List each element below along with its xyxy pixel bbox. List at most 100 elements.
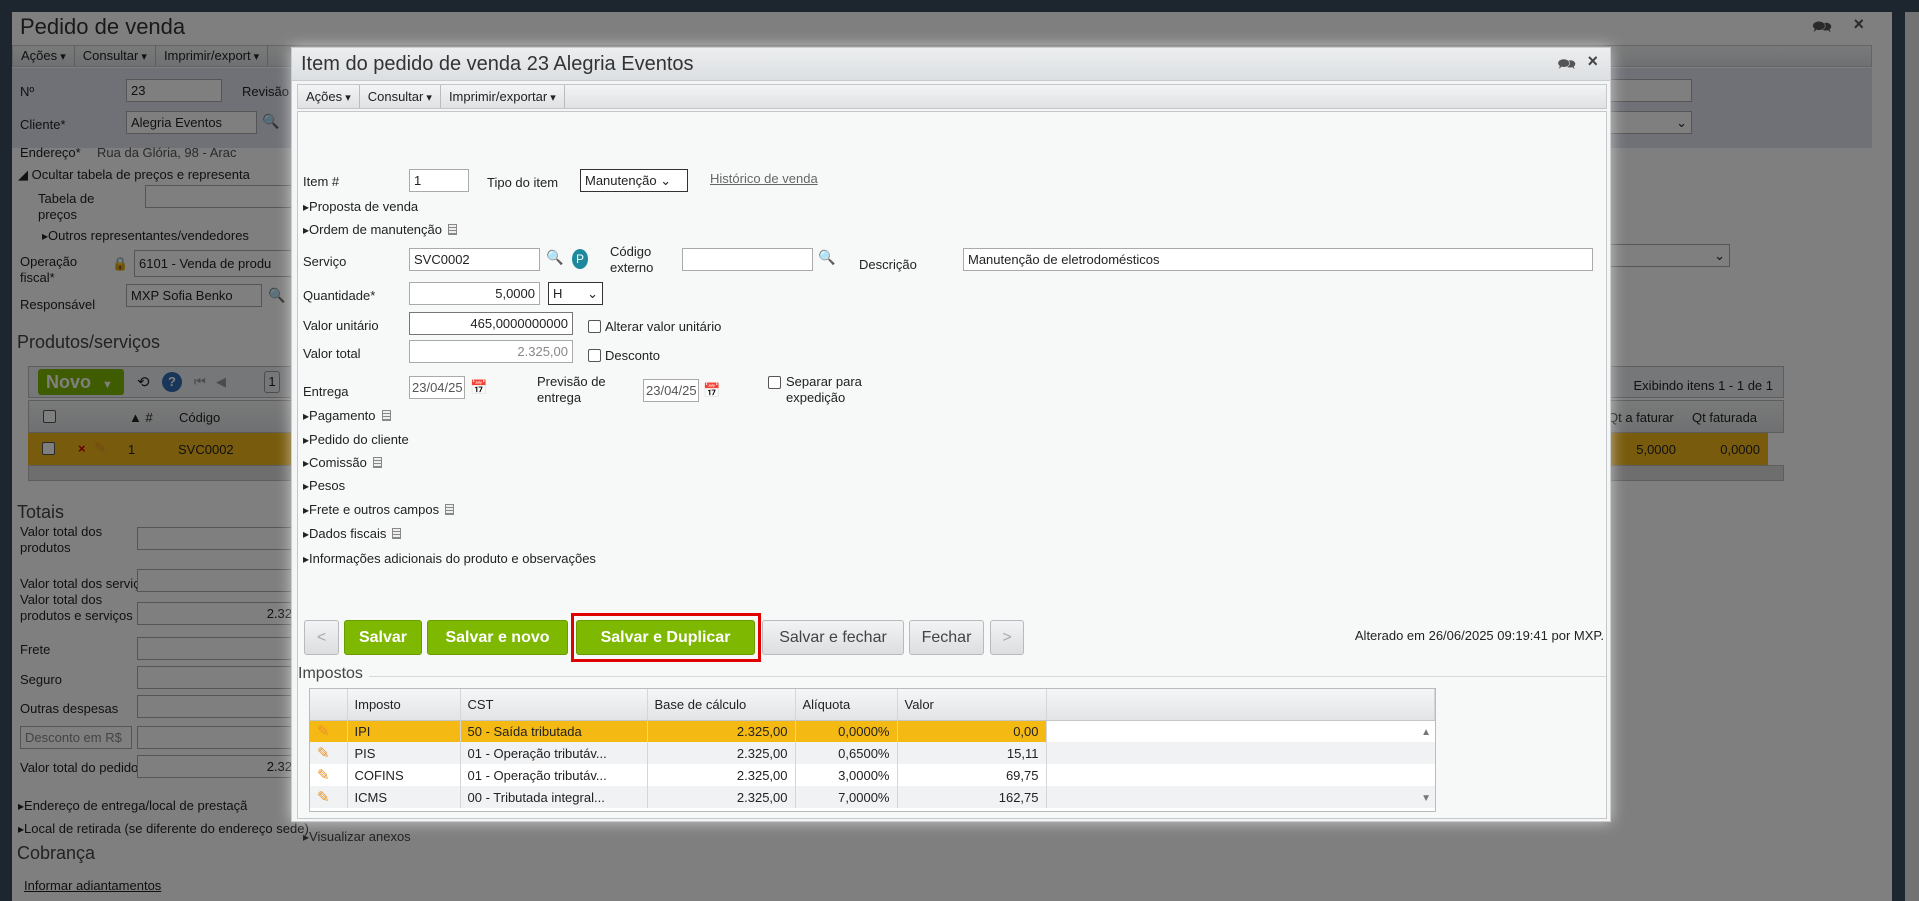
- checkbox[interactable]: [588, 349, 601, 362]
- entrega-label: Entrega: [303, 384, 349, 399]
- cell-cst: 01 - Operação tributáv...: [460, 764, 648, 786]
- col-valor[interactable]: Valor: [897, 689, 1047, 721]
- cell-valor: 162,75: [897, 786, 1047, 808]
- historico-link[interactable]: Histórico de venda: [710, 171, 818, 187]
- ordem-toggle[interactable]: Ordem de manutenção: [303, 222, 457, 238]
- valor-unitario-input[interactable]: 465,0000000000: [409, 312, 573, 335]
- comment-icon[interactable]: 🗪: [1557, 54, 1576, 79]
- item-dialog: Item do pedido de venda 23 Alegria Event…: [291, 47, 1611, 844]
- search-icon[interactable]: 🔍: [546, 249, 563, 266]
- previsao-label: Previsão de entrega: [537, 374, 606, 405]
- cell-base: 2.325,00: [647, 764, 796, 786]
- cell-imposto: COFINS: [347, 764, 461, 786]
- scroll-down-icon[interactable]: ▼: [1421, 793, 1431, 804]
- fechar-button[interactable]: Fechar: [909, 620, 984, 655]
- table-row[interactable]: ✎ ICMS 00 - Tributada integral... 2.325,00 7…: [310, 786, 1435, 808]
- menu-acoes[interactable]: Ações: [298, 85, 360, 108]
- separar-label: Separar para expedição: [786, 374, 862, 405]
- search-icon[interactable]: 🔍: [818, 249, 835, 266]
- tipo-label: Tipo do item: [487, 175, 559, 190]
- col-edit: [310, 689, 348, 721]
- checkbox[interactable]: [588, 320, 601, 333]
- cell-valor: 0,00: [897, 720, 1047, 742]
- quantidade-input[interactable]: 5,0000: [409, 282, 540, 305]
- unidade-select[interactable]: H ⌄: [548, 282, 603, 305]
- notes-icon: [392, 528, 402, 539]
- scroll-up-icon[interactable]: ▲: [1421, 727, 1431, 738]
- menu-imprimir-exportar[interactable]: Imprimir/exportar: [441, 85, 565, 108]
- impostos-table: Imposto CST Base de cálculo Alíquota Valor ✎…: [309, 688, 1436, 812]
- informacoes-adicionais-toggle[interactable]: Informações adicionais do produto e obse…: [303, 551, 596, 567]
- cell-base: 2.325,00: [647, 786, 796, 808]
- comissao-toggle[interactable]: Comissão: [303, 455, 382, 471]
- pedido-cliente-toggle[interactable]: Pedido do cliente: [303, 432, 409, 448]
- valor-total-input: 2.325,00: [409, 340, 573, 363]
- dados-fiscais-toggle[interactable]: Dados fiscais: [303, 526, 402, 542]
- col-base[interactable]: Base de cálculo: [647, 689, 796, 721]
- col-aliquota[interactable]: Alíquota: [795, 689, 898, 721]
- cell-base: 2.325,00: [647, 720, 796, 742]
- pesos-toggle[interactable]: Pesos: [303, 478, 345, 494]
- proposta-toggle[interactable]: Proposta de venda: [303, 199, 418, 215]
- ordem-label: Ordem de manutenção: [303, 222, 442, 237]
- service-info-icon[interactable]: P: [572, 249, 588, 269]
- item-label: Item #: [303, 174, 340, 189]
- frete-toggle[interactable]: Frete e outros campos: [303, 502, 455, 518]
- salvar-e-duplicar-button[interactable]: Salvar e Duplicar: [576, 620, 755, 655]
- close-icon[interactable]: ×: [1587, 51, 1598, 72]
- unidade-value: H: [553, 286, 563, 301]
- salvar-button[interactable]: Salvar: [344, 620, 422, 655]
- previous-button[interactable]: <: [304, 620, 339, 655]
- dialog-body: Item # 1 Tipo do item Manutenção ⌄ Histó…: [297, 111, 1607, 844]
- notes-icon: [372, 457, 382, 468]
- calendar-icon[interactable]: 📅: [703, 382, 720, 399]
- alterar-valor-label: Alterar valor unitário: [605, 319, 722, 334]
- next-button[interactable]: >: [990, 620, 1024, 655]
- cell-aliquota: 0,6500%: [795, 742, 898, 764]
- alterar-valor-checkbox[interactable]: Alterar valor unitário: [588, 319, 721, 335]
- tipo-select[interactable]: Manutenção ⌄: [580, 169, 688, 192]
- item-input[interactable]: 1: [409, 169, 469, 192]
- separar-checkbox[interactable]: Separar para expedição: [768, 374, 878, 406]
- cell-imposto: ICMS: [347, 786, 461, 808]
- dialog-titlebar: Item do pedido de venda 23 Alegria Event…: [292, 48, 1610, 81]
- edit-icon[interactable]: ✎: [310, 720, 348, 742]
- pagamento-toggle[interactable]: Pagamento: [303, 408, 391, 424]
- table-row[interactable]: ✎ PIS 01 - Operação tributáv... 2.325,00 0,6…: [310, 742, 1435, 764]
- edit-icon[interactable]: ✎: [310, 764, 348, 786]
- menu-consultar[interactable]: Consultar: [360, 85, 441, 108]
- desconto-checkbox[interactable]: Desconto: [588, 348, 660, 364]
- table-row[interactable]: ✎ COFINS 01 - Operação tributáv... 2.325,00…: [310, 764, 1435, 786]
- salvar-e-novo-button[interactable]: Salvar e novo: [427, 620, 568, 655]
- cell-imposto: PIS: [347, 742, 461, 764]
- edit-icon[interactable]: ✎: [310, 742, 348, 764]
- cell-imposto: IPI: [347, 720, 461, 742]
- codigo-externo-input[interactable]: [682, 248, 813, 271]
- col-imposto[interactable]: Imposto: [347, 689, 461, 721]
- col-cst[interactable]: CST: [460, 689, 648, 721]
- impostos-heading: Impostos: [298, 665, 369, 683]
- descricao-label: Descrição: [859, 257, 917, 272]
- alterado-info: Alterado em 26/06/2025 09:19:41 por MXP.: [1354, 628, 1604, 643]
- previsao-date-input[interactable]: 23/04/25: [643, 379, 699, 402]
- edit-icon[interactable]: ✎: [310, 786, 348, 808]
- cell-filler: [1046, 764, 1435, 786]
- chevron-down-icon: ⌄: [587, 286, 598, 301]
- entrega-date-input[interactable]: 23/04/25: [409, 376, 465, 399]
- dados-fiscais-label: Dados fiscais: [303, 526, 386, 541]
- cell-aliquota: 3,0000%: [795, 764, 898, 786]
- calendar-icon[interactable]: 📅: [470, 379, 487, 396]
- checkbox[interactable]: [768, 376, 781, 389]
- desconto-label: Desconto: [605, 348, 660, 363]
- codigo-externo-label: Código externo: [610, 244, 654, 275]
- cell-aliquota: 0,0000%: [795, 720, 898, 742]
- salvar-e-fechar-button[interactable]: Salvar e fechar: [762, 620, 904, 655]
- visualizar-anexos-toggle[interactable]: Visualizar anexos: [303, 829, 411, 845]
- table-header: Imposto CST Base de cálculo Alíquota Valor: [310, 689, 1435, 721]
- cell-filler: [1046, 742, 1435, 764]
- table-row[interactable]: ✎ IPI 50 - Saída tributada 2.325,00 0,0000% 0…: [310, 720, 1435, 742]
- cell-aliquota: 7,0000%: [795, 786, 898, 808]
- descricao-input[interactable]: Manutenção de eletrodomésticos: [963, 248, 1593, 271]
- divider: [298, 676, 1606, 677]
- servico-input[interactable]: SVC0002: [409, 248, 540, 271]
